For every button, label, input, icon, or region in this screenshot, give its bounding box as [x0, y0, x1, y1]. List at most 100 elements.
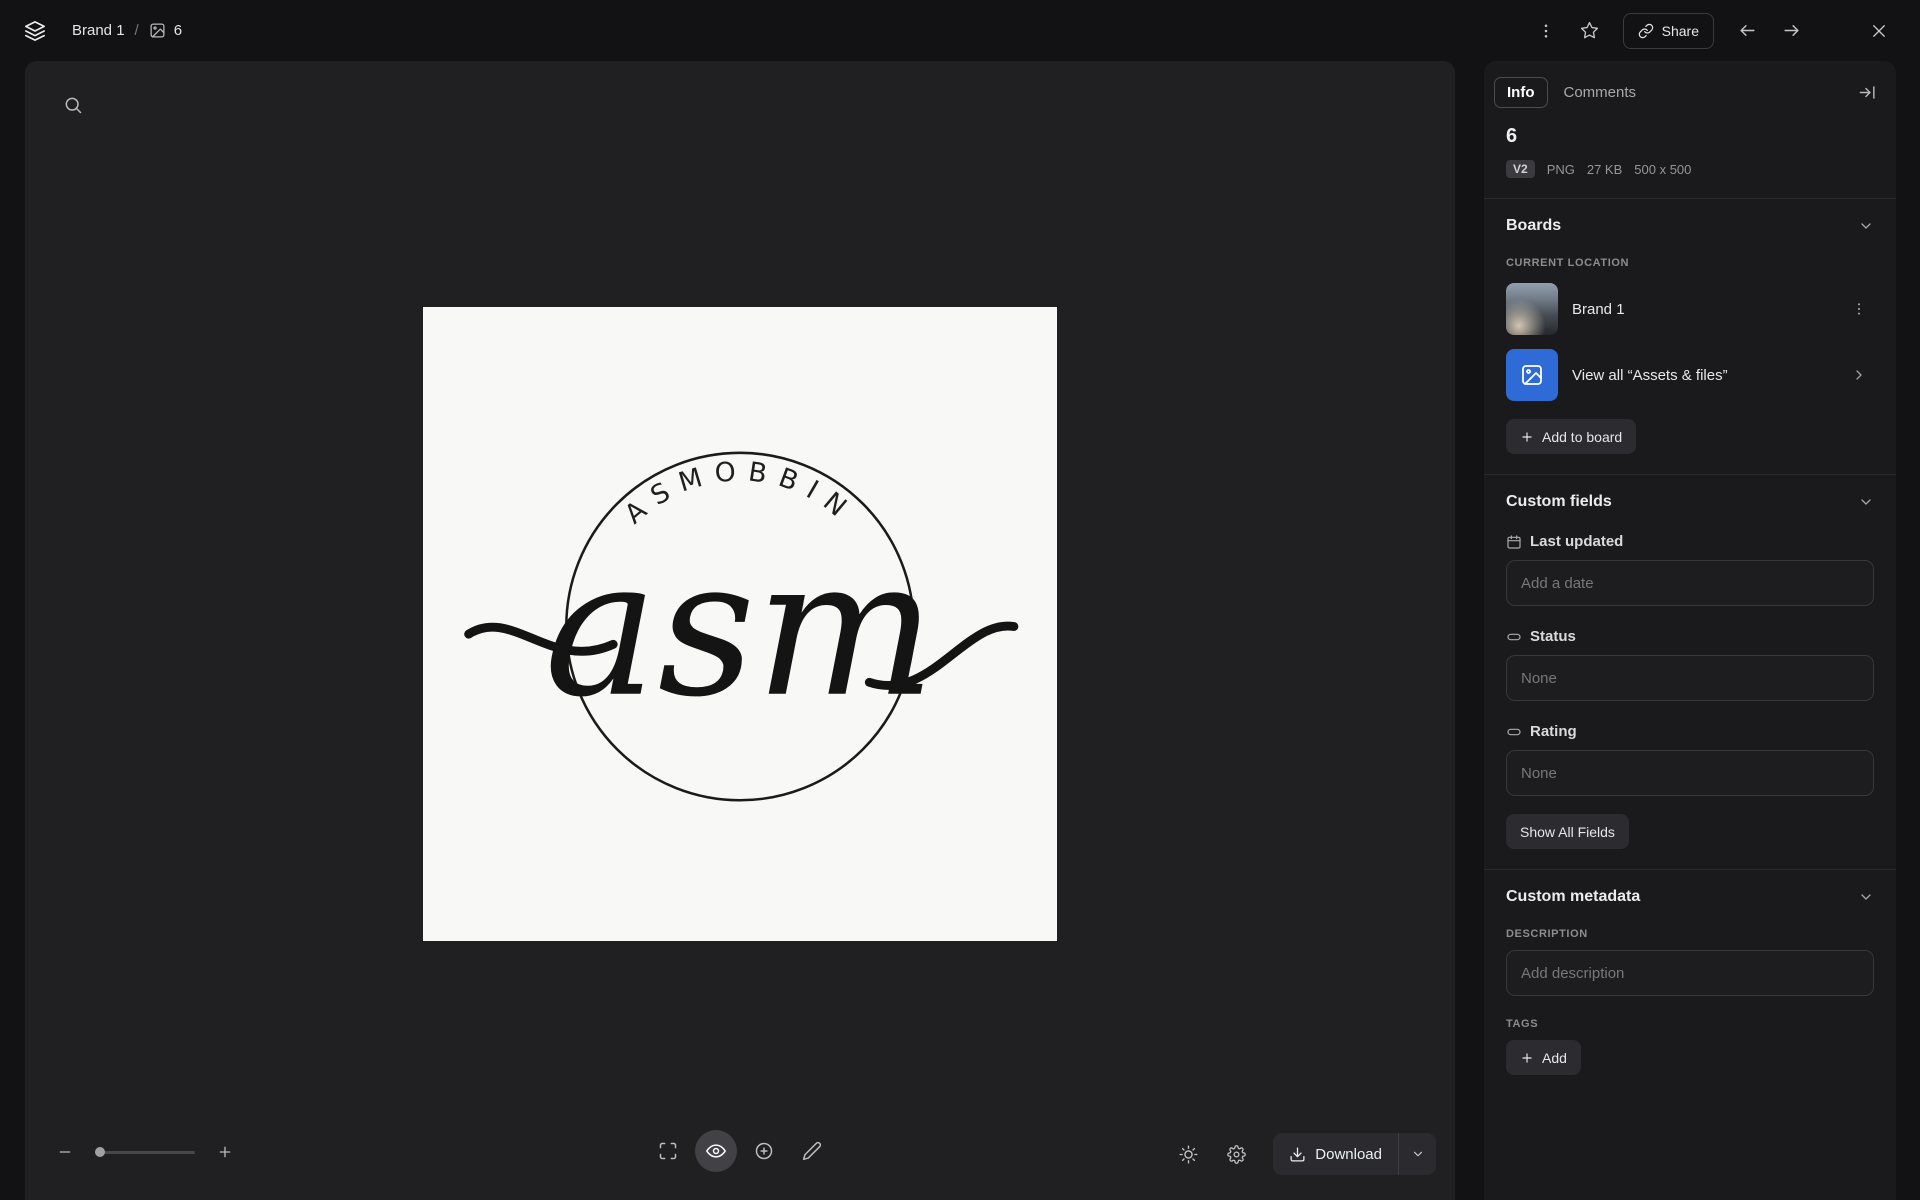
- arrow-right-icon: [1783, 25, 1799, 36]
- pen-icon: [802, 1141, 822, 1161]
- gear-icon: [1226, 1144, 1246, 1164]
- kebab-icon: [1857, 303, 1861, 315]
- collapse-sidebar-button[interactable]: [1850, 75, 1884, 109]
- zoom-search-button[interactable]: [53, 85, 93, 125]
- download-button-label: Download: [1315, 1145, 1382, 1163]
- field-label-status: Status: [1530, 628, 1576, 645]
- asset-meta: V2 PNG 27 KB 500 x 500: [1506, 160, 1874, 178]
- asset-title: 6: [1506, 125, 1518, 147]
- zoom-slider[interactable]: [95, 1145, 195, 1159]
- last-updated-input[interactable]: [1506, 560, 1874, 606]
- chevron-down-icon: [1858, 494, 1874, 510]
- fullscreen-button[interactable]: [647, 1130, 689, 1172]
- comment-plus-icon: [755, 1142, 773, 1160]
- tab-comments[interactable]: Comments: [1552, 78, 1649, 107]
- breadcrumb: Brand 1 / 6: [72, 22, 182, 39]
- previous-asset-button[interactable]: [1728, 12, 1766, 50]
- chevron-right-icon: [1844, 360, 1874, 390]
- board-row[interactable]: Brand 1: [1506, 283, 1874, 335]
- chevron-down-icon: [1858, 889, 1874, 905]
- file-dimensions: 500 x 500: [1634, 161, 1692, 177]
- show-all-fields-label: Show All Fields: [1520, 823, 1615, 840]
- settings-button[interactable]: [1217, 1135, 1255, 1173]
- eye-icon: [706, 1144, 726, 1158]
- top-bar: Brand 1 / 6 Share: [0, 0, 1920, 61]
- file-size: 27 KB: [1586, 161, 1623, 177]
- zoom-slider-track: [95, 1150, 195, 1154]
- tags-label: TAGS: [1506, 1018, 1539, 1030]
- share-button[interactable]: Share: [1622, 12, 1714, 49]
- tab-info[interactable]: Info: [1494, 76, 1548, 108]
- rating-input[interactable]: [1506, 750, 1874, 796]
- add-tag-button[interactable]: Add: [1506, 1040, 1581, 1075]
- zoom-out-button[interactable]: [49, 1136, 81, 1168]
- divider: [1484, 474, 1896, 475]
- breadcrumb-board[interactable]: Brand 1: [72, 22, 125, 39]
- view-mode-button[interactable]: [695, 1130, 737, 1172]
- app-logo-icon[interactable]: [24, 20, 46, 42]
- download-button[interactable]: Download: [1273, 1133, 1398, 1175]
- plus-icon: [219, 1146, 231, 1158]
- zoom-slider-knob[interactable]: [95, 1147, 105, 1157]
- search-icon: [65, 97, 82, 114]
- star-icon: [1581, 21, 1599, 39]
- kebab-icon: [1544, 23, 1547, 38]
- plus-icon: [1520, 430, 1534, 444]
- download-icon: [1289, 1146, 1306, 1163]
- more-options-button[interactable]: [1527, 12, 1565, 50]
- board-options-button[interactable]: [1844, 294, 1874, 324]
- custom-fields-section-header[interactable]: Custom fields: [1506, 493, 1874, 511]
- version-badge[interactable]: V2: [1506, 160, 1535, 178]
- field-label-last-updated: Last updated: [1530, 533, 1624, 550]
- asset-preview: ASMOBBIN asm: [423, 307, 1057, 941]
- boards-header-label: Boards: [1506, 217, 1562, 234]
- show-all-fields-button[interactable]: Show All Fields: [1506, 814, 1629, 849]
- description-input[interactable]: [1506, 950, 1874, 996]
- brightness-button[interactable]: [1169, 1135, 1207, 1173]
- minus-icon: [59, 1151, 71, 1153]
- sidebar-header: Info Comments: [1494, 75, 1884, 109]
- board-name: Brand 1: [1572, 300, 1625, 318]
- breadcrumb-asset[interactable]: 6: [149, 22, 182, 39]
- custom-metadata-section-header[interactable]: Custom metadata: [1506, 888, 1874, 906]
- status-input[interactable]: [1506, 655, 1874, 701]
- chevron-down-icon: [1858, 218, 1874, 234]
- breadcrumb-asset-label: 6: [173, 22, 183, 39]
- annotate-button[interactable]: [743, 1130, 785, 1172]
- share-button-label: Share: [1661, 22, 1699, 39]
- favorite-button[interactable]: [1571, 12, 1609, 50]
- sun-icon: [1179, 1145, 1198, 1163]
- link-icon: [1638, 23, 1654, 39]
- divider: [1484, 869, 1896, 870]
- view-all-row[interactable]: View all “Assets & files”: [1506, 349, 1874, 401]
- collapse-panel-icon: [1859, 85, 1875, 99]
- boards-section-header[interactable]: Boards: [1506, 217, 1874, 235]
- select-field-icon: [1506, 724, 1522, 740]
- add-to-board-label: Add to board: [1542, 428, 1623, 445]
- close-button[interactable]: [1860, 12, 1898, 50]
- custom-metadata-header-label: Custom metadata: [1506, 888, 1641, 905]
- preview-toolbar: [647, 1130, 833, 1172]
- download-options-button[interactable]: [1398, 1133, 1436, 1175]
- edit-button[interactable]: [791, 1130, 833, 1172]
- next-asset-button[interactable]: [1772, 12, 1810, 50]
- plus-icon: [1520, 1051, 1534, 1065]
- custom-field-status: Status: [1506, 628, 1874, 701]
- current-location-label: CURRENT LOCATION: [1506, 257, 1630, 269]
- arrow-left-icon: [1739, 25, 1755, 36]
- download-split-button: Download: [1273, 1133, 1436, 1175]
- zoom-in-button[interactable]: [209, 1136, 241, 1168]
- sidebar-tabs: Info Comments: [1494, 76, 1649, 108]
- asm-logo: ASMOBBIN asm: [464, 451, 1019, 802]
- image-icon: [149, 22, 166, 39]
- custom-field-last-updated: Last updated: [1506, 533, 1874, 606]
- description-label: DESCRIPTION: [1506, 928, 1588, 940]
- view-all-label: View all “Assets & files”: [1572, 366, 1728, 384]
- canvas-panel: ASMOBBIN asm Download: [25, 61, 1455, 1200]
- board-thumbnail: [1506, 283, 1558, 335]
- divider: [1484, 198, 1896, 199]
- select-field-icon: [1506, 629, 1522, 645]
- breadcrumb-separator: /: [134, 22, 139, 39]
- close-icon: [1873, 24, 1885, 37]
- add-to-board-button[interactable]: Add to board: [1506, 419, 1637, 454]
